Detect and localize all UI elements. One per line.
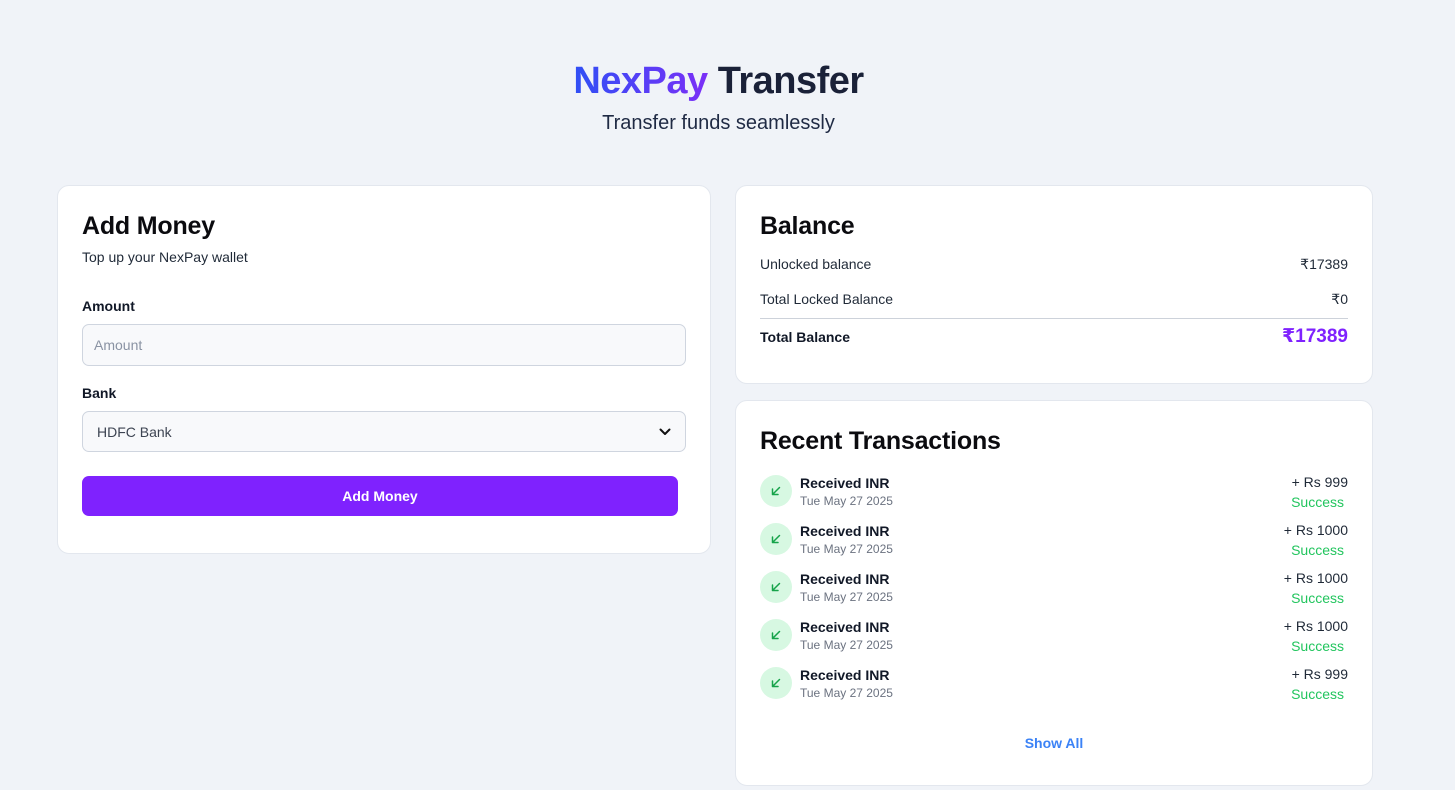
transaction-status: Success xyxy=(1291,494,1344,510)
recent-transactions-card: Recent Transactions Received INR Tue May… xyxy=(735,400,1373,786)
transaction-amount: + Rs 999 xyxy=(1291,666,1348,682)
add-money-button[interactable]: Add Money xyxy=(82,476,678,516)
balance-row-label: Unlocked balance xyxy=(760,256,872,272)
transaction-status: Success xyxy=(1291,686,1344,702)
transaction-row: Received INR Tue May 27 2025 + Rs 1000 S… xyxy=(760,570,1348,618)
transaction-date: Tue May 27 2025 xyxy=(800,542,893,556)
chevron-down-icon xyxy=(659,424,671,439)
add-money-subtitle: Top up your NexPay wallet xyxy=(82,249,248,265)
arrow-down-left-icon xyxy=(760,523,792,555)
total-balance-label: Total Balance xyxy=(760,329,850,345)
balance-row-unlocked: Unlocked balance ₹17389 xyxy=(760,251,1348,277)
balance-row-label: Total Locked Balance xyxy=(760,291,894,307)
page-subtitle: Transfer funds seamlessly xyxy=(602,112,835,134)
bank-label: Bank xyxy=(82,385,117,401)
transaction-row: Received INR Tue May 27 2025 + Rs 999 Su… xyxy=(760,666,1348,714)
transaction-amount: + Rs 1000 xyxy=(1283,522,1348,538)
add-money-card: Add Money Top up your NexPay wallet Amou… xyxy=(57,185,711,554)
add-money-title: Add Money xyxy=(82,212,215,240)
transaction-date: Tue May 27 2025 xyxy=(800,494,893,508)
transaction-title: Received INR xyxy=(800,523,890,539)
balance-row-locked: Total Locked Balance ₹0 xyxy=(760,287,1348,319)
arrow-down-left-icon xyxy=(760,667,792,699)
show-all-link[interactable]: Show All xyxy=(736,735,1372,751)
transaction-status: Success xyxy=(1291,638,1344,654)
transaction-list: Received INR Tue May 27 2025 + Rs 999 Su… xyxy=(760,474,1348,714)
page-title: NexPay Transfer xyxy=(0,58,1437,104)
transaction-date: Tue May 27 2025 xyxy=(800,686,893,700)
transaction-date: Tue May 27 2025 xyxy=(800,590,893,604)
title-rest: Transfer xyxy=(717,60,864,102)
transactions-title: Recent Transactions xyxy=(760,427,1001,455)
transaction-title: Received INR xyxy=(800,571,890,587)
brand-name: NexPay xyxy=(573,60,708,102)
transaction-status: Success xyxy=(1291,590,1344,606)
bank-selected-value: HDFC Bank xyxy=(97,423,172,440)
balance-row-total: Total Balance ₹17389 xyxy=(760,325,1348,348)
transaction-row: Received INR Tue May 27 2025 + Rs 999 Su… xyxy=(760,474,1348,522)
total-balance-value: ₹17389 xyxy=(1281,326,1348,347)
arrow-down-left-icon xyxy=(760,475,792,507)
arrow-down-left-icon xyxy=(760,571,792,603)
transaction-row: Received INR Tue May 27 2025 + Rs 1000 S… xyxy=(760,618,1348,666)
transaction-status: Success xyxy=(1291,542,1344,558)
bank-select[interactable]: HDFC Bank xyxy=(82,411,686,452)
balance-row-value: ₹0 xyxy=(1331,291,1348,307)
transaction-title: Received INR xyxy=(800,475,890,491)
amount-input[interactable] xyxy=(82,324,686,366)
transaction-row: Received INR Tue May 27 2025 + Rs 1000 S… xyxy=(760,522,1348,570)
transaction-amount: + Rs 1000 xyxy=(1283,570,1348,586)
balance-title: Balance xyxy=(760,212,855,240)
transaction-date: Tue May 27 2025 xyxy=(800,638,893,652)
transaction-title: Received INR xyxy=(800,667,890,683)
transaction-amount: + Rs 999 xyxy=(1291,474,1348,490)
transaction-title: Received INR xyxy=(800,619,890,635)
arrow-down-left-icon xyxy=(760,619,792,651)
page-header: NexPay Transfer Transfer funds seamlessl… xyxy=(0,58,1437,135)
balance-card: Balance Unlocked balance ₹17389 Total Lo… xyxy=(735,185,1373,384)
balance-row-value: ₹17389 xyxy=(1300,255,1348,272)
amount-label: Amount xyxy=(82,298,135,314)
transaction-amount: + Rs 1000 xyxy=(1283,618,1348,634)
